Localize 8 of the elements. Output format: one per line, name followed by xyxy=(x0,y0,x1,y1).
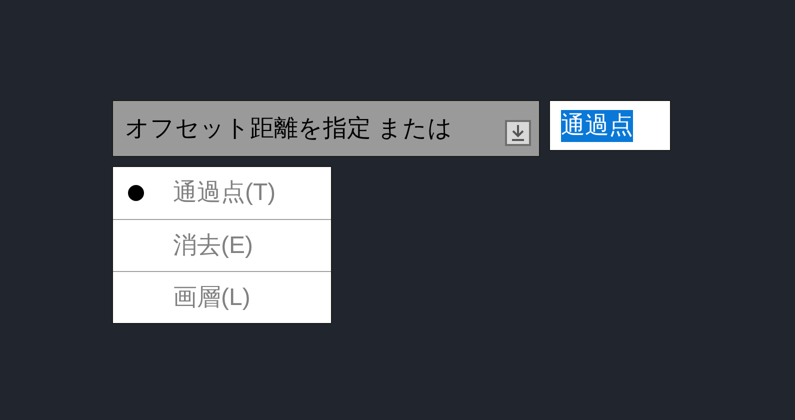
prompt-text: オフセット距離を指定 または xyxy=(125,114,453,144)
menu-item[interactable]: 画層(L) xyxy=(113,271,331,323)
menu-item[interactable]: 通過点(T) xyxy=(113,167,331,219)
download-icon[interactable] xyxy=(505,120,531,146)
input-value: 通過点 xyxy=(561,110,633,142)
input-field[interactable]: 通過点 xyxy=(549,100,671,151)
bullet-icon xyxy=(128,185,144,201)
menu-item[interactable]: 消去(E) xyxy=(113,219,331,271)
